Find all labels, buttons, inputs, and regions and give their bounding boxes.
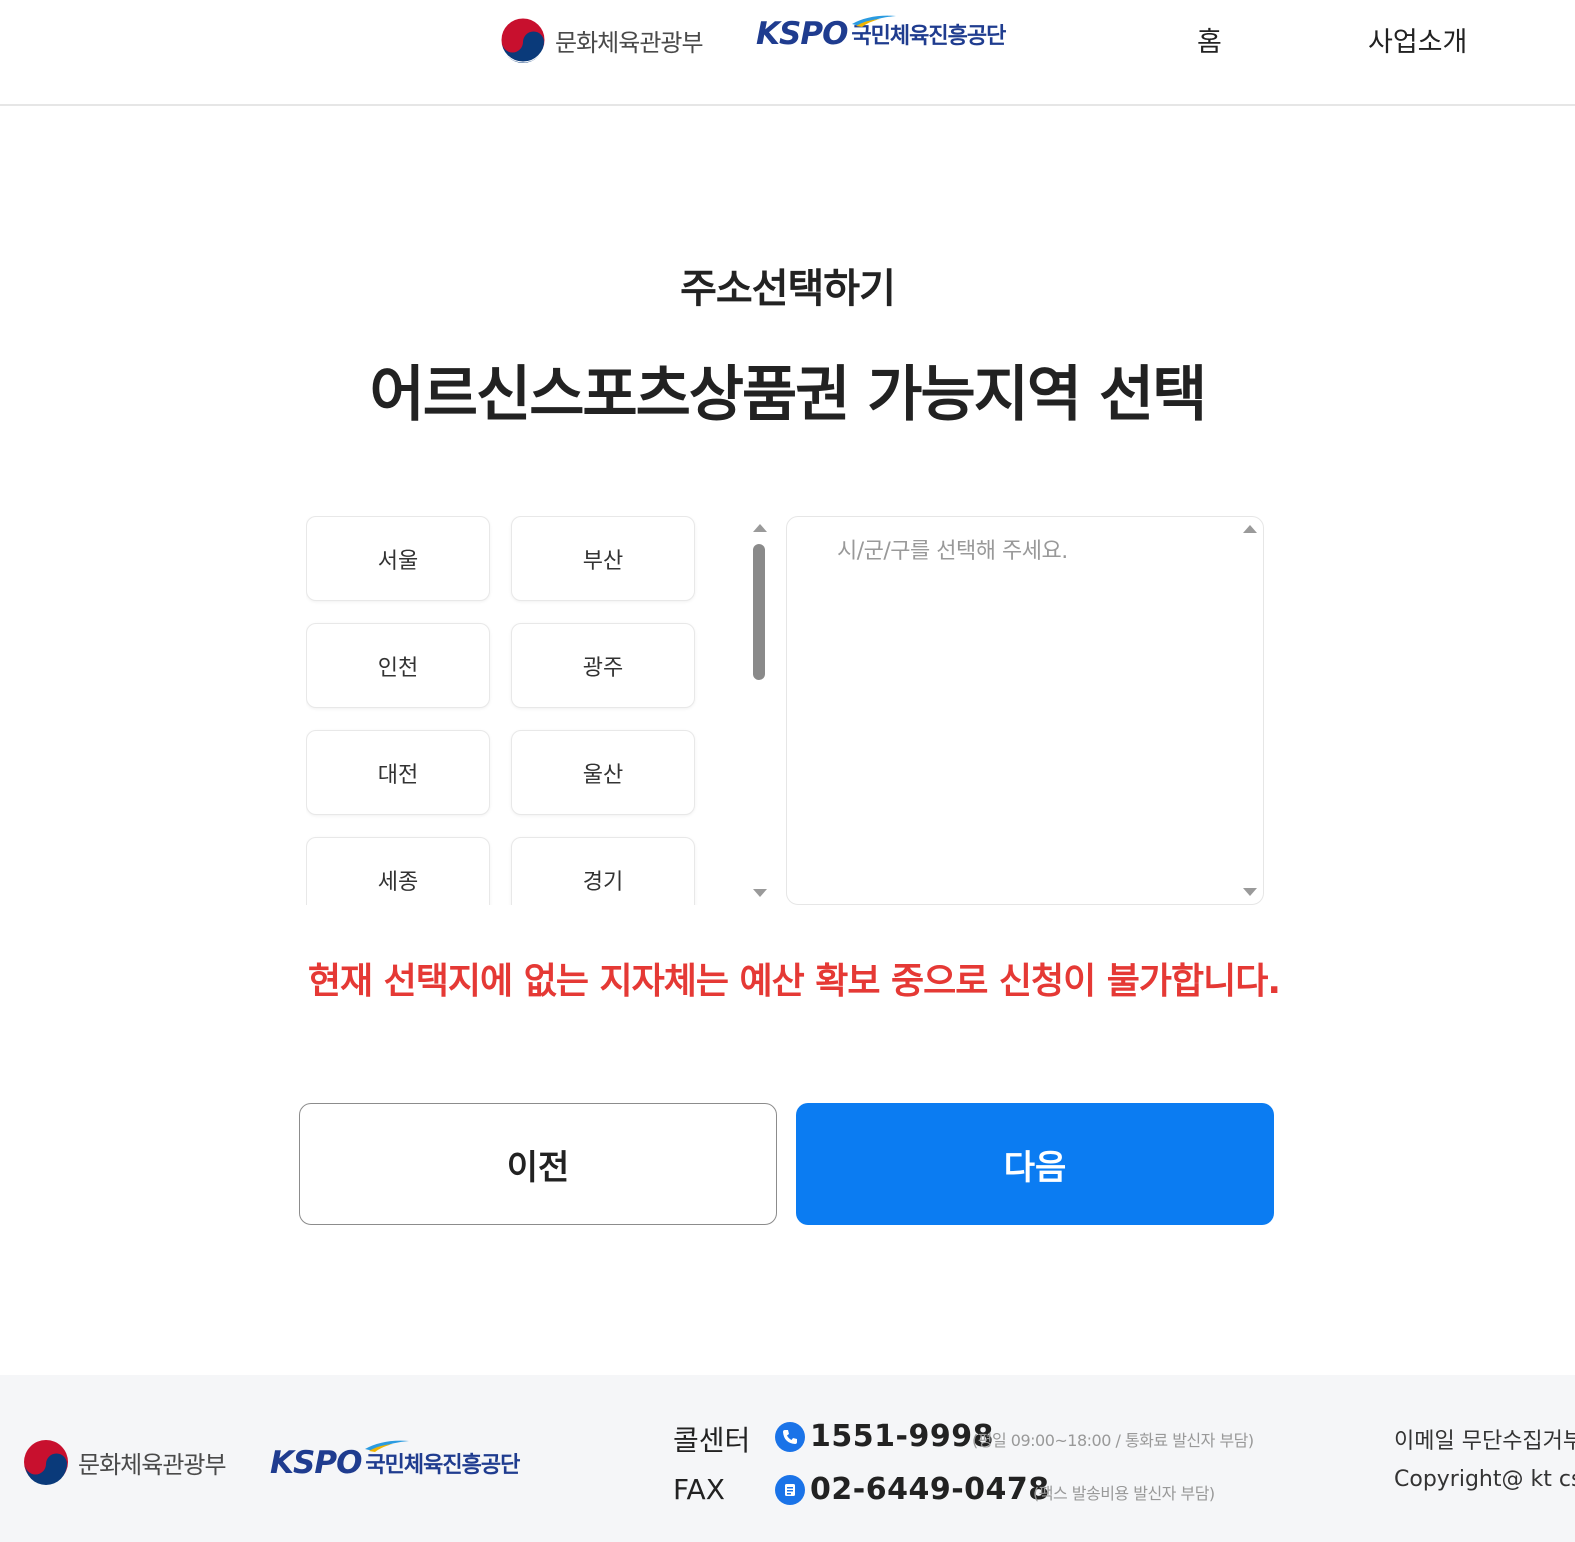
phone-icon	[775, 1422, 805, 1452]
region-grid: 서울 부산 인천 광주 대전 울산 세종 경기	[306, 516, 708, 905]
next-button[interactable]: 다음	[796, 1103, 1274, 1225]
mcst-logo[interactable]: 문화체육관광부	[500, 17, 704, 63]
notice-message: 현재 선택지에 없는 지자체는 예산 확보 중으로 신청이 불가합니다.	[307, 961, 1281, 1002]
region-scrollbar[interactable]	[751, 520, 767, 901]
kspo-mark: KSPO	[756, 16, 848, 52]
call-center-number[interactable]: 1551-9998	[810, 1419, 994, 1454]
nav-business-intro[interactable]: 사업소개	[1368, 20, 1467, 59]
region-button-busan[interactable]: 부산	[511, 516, 695, 601]
region-list: 서울 부산 인천 광주 대전 울산 세종 경기	[306, 516, 708, 905]
fax-note: (팩스 발송비용 발신자 부담)	[1033, 1484, 1215, 1503]
email-policy-link[interactable]: 이메일 무단수집거부	[1394, 1423, 1575, 1455]
page-subtitle: 주소선택하기	[680, 266, 896, 312]
region-button-ulsan[interactable]: 울산	[511, 730, 695, 815]
district-scroll-up-icon[interactable]	[1243, 525, 1257, 533]
footer-mcst-name: 문화체육관광부	[78, 1450, 227, 1479]
copyright-text: Copyright@ kt cs	[1394, 1467, 1575, 1492]
scroll-down-arrow-icon[interactable]	[753, 889, 767, 897]
footer-taegeuk-icon	[24, 1440, 68, 1485]
scroll-thumb[interactable]	[753, 544, 765, 680]
region-button-gyeonggi[interactable]: 경기	[511, 837, 695, 905]
district-list[interactable]: 시/군/구를 선택해 주세요.	[786, 516, 1264, 905]
footer-kspo-swoosh-icon	[365, 1440, 409, 1452]
prev-button[interactable]: 이전	[299, 1103, 777, 1225]
district-placeholder: 시/군/구를 선택해 주세요.	[837, 539, 1068, 564]
region-button-daejeon[interactable]: 대전	[306, 730, 490, 815]
footer-kspo-mark: KSPO	[270, 1445, 362, 1481]
fax-number[interactable]: 02-6449-0478	[810, 1472, 1050, 1507]
district-scroll-down-icon[interactable]	[1243, 888, 1257, 896]
site-header: 문화체육관광부 KSPO 국민체육진흥공단 홈 사업소개	[0, 0, 1575, 106]
region-button-sejong[interactable]: 세종	[306, 837, 490, 905]
nav-home[interactable]: 홈	[1197, 20, 1222, 59]
footer-mcst-logo[interactable]: 문화체육관광부	[23, 1439, 227, 1485]
fax-label: FAX	[673, 1473, 725, 1506]
mcst-name: 문화체육관광부	[555, 28, 704, 57]
fax-icon	[775, 1475, 805, 1505]
call-center-note: (평일 09:00~18:00 / 통화료 발신자 부담)	[972, 1431, 1254, 1450]
kspo-swoosh-icon	[852, 15, 896, 27]
call-center-label: 콜센터	[673, 1424, 751, 1457]
scroll-up-arrow-icon[interactable]	[753, 524, 767, 532]
taegeuk-icon	[500, 17, 546, 63]
page-title: 어르신스포츠상품권 가능지역 선택	[369, 360, 1208, 430]
region-button-incheon[interactable]: 인천	[306, 623, 490, 708]
region-button-seoul[interactable]: 서울	[306, 516, 490, 601]
region-button-gwangju[interactable]: 광주	[511, 623, 695, 708]
site-footer: 문화체육관광부 KSPO 국민체육진흥공단 콜센터 1551-9998 (평일 …	[0, 1375, 1575, 1542]
